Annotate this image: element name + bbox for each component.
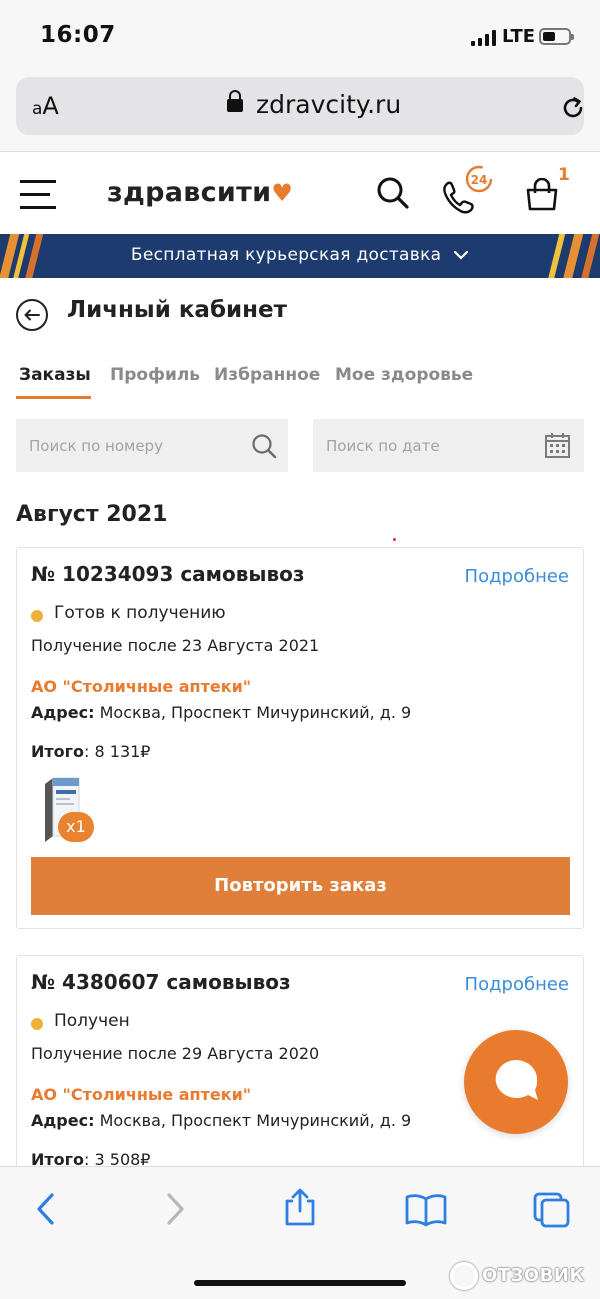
pharmacy-name[interactable]: АО "Столичные аптеки" — [31, 1085, 251, 1104]
network-type: LTE — [502, 26, 536, 47]
tabs-icon[interactable] — [532, 1191, 572, 1229]
order-status: Получен — [54, 1011, 130, 1031]
pickup-address: Адрес: Москва, Проспект Мичуринский, д. … — [31, 1111, 411, 1130]
active-tab-indicator — [16, 396, 91, 399]
watermark-text: ОТЗОВИК — [482, 1265, 585, 1286]
forward-icon[interactable] — [162, 1191, 188, 1227]
tab-orders[interactable]: Заказы — [19, 365, 91, 385]
pharmacy-name[interactable]: АО "Столичные аптеки" — [31, 677, 251, 696]
back-icon[interactable] — [33, 1191, 59, 1227]
order-title: № 4380607 самовывоз — [31, 970, 291, 994]
lock-icon — [227, 90, 243, 112]
tab-my-health[interactable]: Мое здоровье — [335, 365, 473, 385]
search-icon[interactable] — [251, 433, 277, 459]
address-label: Адрес: — [31, 703, 95, 722]
browser-toolbar: ОТЗОВИК — [0, 1166, 600, 1299]
cart-icon[interactable] — [524, 178, 560, 212]
menu-icon[interactable] — [20, 180, 56, 210]
repeat-order-button[interactable]: Повторить заказ — [31, 857, 570, 915]
logo-text: здравсити — [107, 177, 272, 208]
share-icon[interactable] — [282, 1187, 318, 1227]
watermark: ОТЗОВИК — [450, 1259, 585, 1293]
chat-icon — [495, 1060, 538, 1100]
status-bar: 16:07 LTE — [0, 0, 600, 72]
status-dot — [31, 1018, 43, 1030]
bookmarks-icon[interactable] — [404, 1193, 448, 1227]
reload-icon[interactable] — [560, 95, 586, 121]
watermark-logo-icon — [450, 1262, 478, 1290]
total-value: : 8 131₽ — [84, 742, 151, 761]
total-label: Итого — [31, 742, 85, 761]
tab-profile[interactable]: Профиль — [110, 365, 200, 385]
address-bar[interactable]: aA zdravcity.ru — [16, 77, 584, 135]
browser-address-area: aA zdravcity.ru — [0, 72, 600, 152]
tab-favorites[interactable]: Избранное — [214, 365, 320, 385]
address-value: Москва, Проспект Мичуринский, д. 9 — [99, 703, 412, 722]
phone-24-icon[interactable]: 24 — [440, 164, 496, 214]
signal-icon — [471, 30, 496, 46]
heart-icon: ♥ — [271, 179, 294, 207]
banner-text: Бесплатная курьерская доставка — [130, 245, 442, 265]
calendar-icon[interactable] — [544, 432, 571, 459]
receive-date: Получение после 29 Августа 2020 — [31, 1044, 320, 1063]
order-number-input[interactable] — [16, 419, 288, 472]
order-details-link[interactable]: Подробнее — [465, 974, 569, 995]
order-total: Итого: 8 131₽ — [31, 742, 150, 761]
address-value: Москва, Проспект Мичуринский, д. 9 — [99, 1111, 412, 1130]
support-24-label: 24 — [471, 173, 488, 187]
chat-button[interactable] — [464, 1030, 568, 1134]
search-icon[interactable] — [376, 176, 410, 210]
site-logo[interactable]: здравсити♥ — [107, 177, 293, 208]
order-card: № 10234093 самовывоз Подробнее Готов к п… — [16, 547, 584, 929]
home-indicator — [194, 1280, 406, 1286]
status-time: 16:07 — [40, 22, 116, 48]
receive-date: Получение после 23 Августа 2021 — [31, 636, 320, 655]
order-number-search — [16, 419, 288, 472]
status-dot — [31, 610, 43, 622]
site-header: здравсити♥ 24 1 — [0, 152, 600, 234]
product-qty-badge: x1 — [58, 812, 94, 842]
order-title: № 10234093 самовывоз — [31, 562, 305, 586]
order-status: Готов к получению — [54, 603, 226, 623]
order-details-link[interactable]: Подробнее — [465, 566, 569, 587]
address-label: Адрес: — [31, 1111, 95, 1130]
chevron-down-icon — [454, 250, 469, 260]
month-heading: Август 2021 — [16, 502, 168, 527]
url-text[interactable]: zdravcity.ru — [256, 90, 401, 119]
page-title: Личный кабинет — [67, 297, 287, 323]
text-size-button[interactable]: aA — [32, 92, 59, 120]
cart-count-badge: 1 — [558, 165, 570, 185]
delivery-banner[interactable]: Бесплатная курьерская доставка — [0, 234, 600, 278]
back-arrow-icon[interactable] — [16, 299, 48, 331]
battery-icon — [539, 28, 574, 45]
stray-dot — [393, 538, 396, 541]
order-date-search — [313, 419, 584, 472]
pickup-address: Адрес: Москва, Проспект Мичуринский, д. … — [31, 703, 411, 722]
